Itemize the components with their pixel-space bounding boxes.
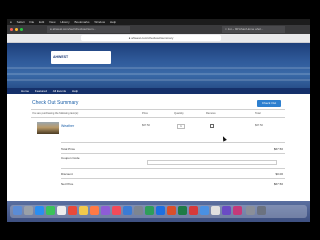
menu-edit[interactable]: Edit — [39, 20, 44, 24]
settings-icon[interactable] — [134, 206, 143, 215]
finder-icon[interactable] — [13, 206, 22, 215]
net-price-label: Net Price — [61, 182, 74, 186]
mail-icon[interactable] — [57, 206, 66, 215]
tab-bar: ● ahwest.com/sec/checkout/sum... × 1st ~… — [7, 25, 310, 34]
total-price-label: Total Price — [61, 147, 76, 151]
discount-value: $0.00 — [275, 172, 283, 176]
close-window-icon[interactable] — [10, 28, 13, 31]
item-total: $67.50 — [255, 124, 263, 127]
mac-dock — [7, 201, 310, 222]
notes-icon[interactable] — [79, 206, 88, 215]
calendar-icon[interactable] — [68, 206, 77, 215]
item-thumbnail[interactable] — [37, 122, 59, 134]
mouse-cursor-icon — [221, 135, 227, 142]
nav-home[interactable]: Home — [21, 89, 29, 93]
downloads-icon[interactable] — [246, 206, 255, 215]
col-quantity: Quantity — [174, 112, 184, 115]
site-hero-banner: AHWEST — [7, 43, 310, 88]
app-store-icon[interactable] — [123, 206, 132, 215]
page-title: Check Out Summary — [32, 100, 79, 106]
menu-file[interactable]: File — [29, 20, 34, 24]
coupon-code-label: Coupon Code — [61, 156, 80, 160]
menu-window[interactable]: Window — [94, 20, 105, 24]
minimize-window-icon[interactable] — [15, 28, 18, 31]
zoom-window-icon[interactable] — [20, 28, 23, 31]
menu-safari[interactable]: Safari — [17, 20, 25, 24]
podcasts-icon[interactable] — [101, 206, 110, 215]
discount-label: Discount — [61, 172, 73, 176]
tab-home[interactable]: × 1st ~ 90'Ahas'Home ahol... — [222, 26, 285, 33]
divider — [31, 109, 285, 110]
launchpad-icon[interactable] — [24, 206, 33, 215]
site-logo[interactable]: AHWEST — [51, 51, 111, 64]
nav-all-events[interactable]: All Events — [53, 89, 66, 93]
zoom-icon[interactable] — [200, 206, 209, 215]
nav-help[interactable]: Help — [72, 89, 78, 93]
tab-checkout[interactable]: ● ahwest.com/sec/checkout/sum... — [47, 26, 130, 33]
coupon-code-input[interactable] — [147, 160, 277, 165]
photos-icon[interactable] — [90, 206, 99, 215]
messages-icon[interactable] — [46, 206, 55, 215]
item-price: $67.50 — [142, 124, 150, 127]
word-icon[interactable] — [156, 206, 165, 215]
app-icon[interactable] — [222, 206, 231, 215]
music-icon[interactable] — [112, 206, 121, 215]
excel-icon[interactable] — [178, 206, 187, 215]
numbers-icon[interactable] — [145, 206, 154, 215]
col-remove: Remove — [206, 112, 216, 115]
toolbar: ● ahwest.com/checkout/summary — [7, 34, 310, 43]
checkout-summary-panel: Check Out Summary Check Out You are purc… — [27, 97, 289, 201]
checkout-button[interactable]: Check Out — [257, 100, 281, 107]
dock-bar — [10, 205, 307, 218]
menu-help[interactable]: Help — [110, 20, 116, 24]
powerpoint-icon[interactable] — [167, 206, 176, 215]
intro-text: You are purchasing the following item(s)… — [32, 112, 79, 115]
preview-icon[interactable] — [211, 206, 220, 215]
menu-bookmarks[interactable]: Bookmarks — [75, 20, 90, 24]
acrobat-icon[interactable] — [189, 206, 198, 215]
apple-icon[interactable]: ● — [10, 20, 12, 24]
nav-featured[interactable]: Featured — [35, 89, 47, 93]
col-total: Total — [255, 112, 261, 115]
menu-history[interactable]: History — [60, 20, 69, 24]
col-price: Price — [142, 112, 148, 115]
site-nav: Home Featured All Events Help — [7, 88, 310, 94]
mac-screen: ● Safari File Edit View History Bookmark… — [7, 19, 310, 222]
item-name-link[interactable]: Weather — [61, 124, 74, 128]
safari-icon[interactable] — [35, 206, 44, 215]
total-price-value: $67.50 — [273, 147, 283, 151]
quantity-input[interactable]: 1 — [177, 124, 185, 129]
address-bar[interactable]: ● ahwest.com/checkout/summary — [81, 35, 221, 41]
browser-window: ● ahwest.com/sec/checkout/sum... × 1st ~… — [7, 25, 310, 201]
remove-checkbox[interactable] — [210, 124, 214, 128]
trash-icon[interactable] — [257, 206, 266, 215]
menu-view[interactable]: View — [49, 20, 55, 24]
app-icon[interactable] — [233, 206, 242, 215]
net-price-value: $67.50 — [273, 182, 283, 186]
